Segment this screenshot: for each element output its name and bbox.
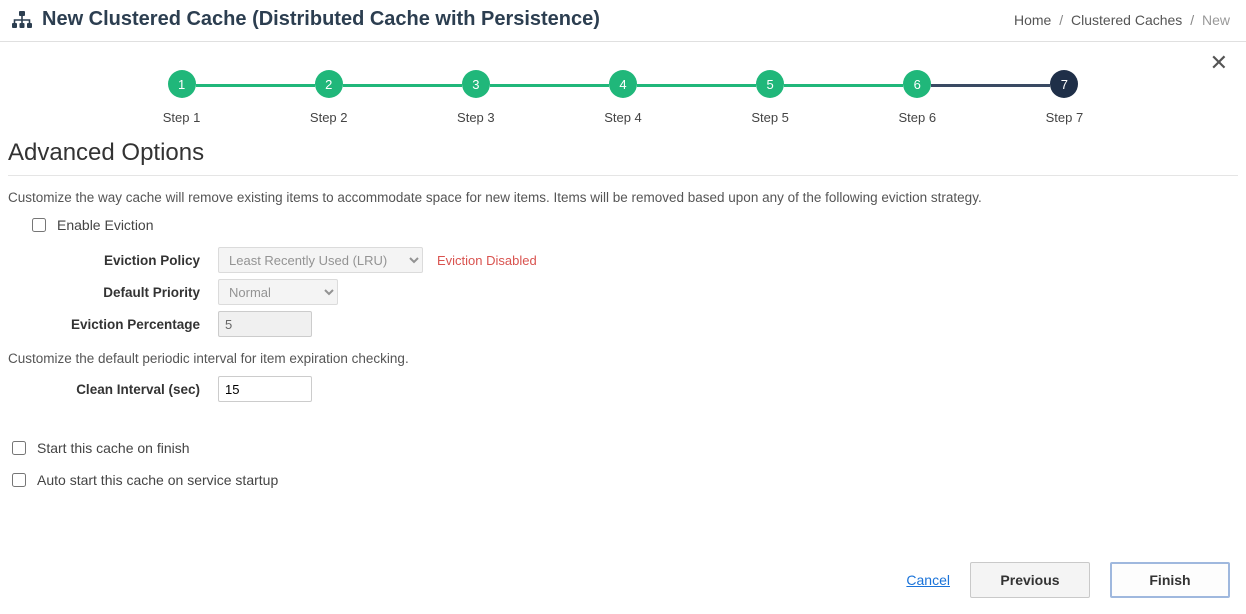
step-connector (931, 84, 1050, 87)
step-circle: 1 (168, 70, 196, 98)
page-header: New Clustered Cache (Distributed Cache w… (0, 0, 1246, 41)
enable-eviction-label: Enable Eviction (57, 217, 154, 233)
step-4[interactable]: 4 Step 4 (549, 70, 696, 125)
step-circle: 7 (1050, 70, 1078, 98)
step-label: Step 2 (310, 110, 348, 125)
step-label: Step 3 (457, 110, 495, 125)
step-label: Step 6 (898, 110, 936, 125)
clean-interval-description: Customize the default periodic interval … (8, 351, 1238, 366)
step-connector (784, 84, 903, 87)
clean-interval-input[interactable] (218, 376, 312, 402)
step-label: Step 4 (604, 110, 642, 125)
eviction-description: Customize the way cache will remove exis… (8, 190, 1238, 205)
default-priority-select[interactable]: Normal (218, 279, 338, 305)
divider (8, 175, 1238, 176)
breadcrumb-sep: / (1059, 12, 1063, 28)
start-on-finish-checkbox[interactable] (12, 441, 26, 455)
header-left: New Clustered Cache (Distributed Cache w… (12, 8, 600, 31)
wizard-footer: Cancel Previous Finish (8, 502, 1238, 606)
step-circle: 6 (903, 70, 931, 98)
eviction-percentage-label: Eviction Percentage (8, 317, 218, 332)
step-connector (637, 84, 756, 87)
breadcrumb-home[interactable]: Home (1014, 12, 1051, 28)
breadcrumb-current: New (1202, 12, 1230, 28)
step-6[interactable]: 6 Step 6 (844, 70, 991, 125)
step-label: Step 5 (751, 110, 789, 125)
default-priority-label: Default Priority (8, 285, 218, 300)
eviction-policy-select[interactable]: Least Recently Used (LRU) (218, 247, 423, 273)
default-priority-row: Default Priority Normal (8, 279, 1238, 305)
clean-interval-row: Clean Interval (sec) (8, 376, 1238, 402)
eviction-policy-label: Eviction Policy (8, 253, 218, 268)
step-connector (196, 84, 315, 87)
step-connector (490, 84, 609, 87)
clean-interval-label: Clean Interval (sec) (8, 382, 218, 397)
eviction-percentage-input[interactable] (218, 311, 312, 337)
breadcrumb-clustered-caches[interactable]: Clustered Caches (1071, 12, 1182, 28)
breadcrumb: Home / Clustered Caches / New (1014, 12, 1230, 28)
eviction-policy-row: Eviction Policy Least Recently Used (LRU… (8, 247, 1238, 273)
auto-start-row[interactable]: Auto start this cache on service startup (8, 470, 1238, 490)
previous-button[interactable]: Previous (970, 562, 1090, 598)
step-connector (343, 84, 462, 87)
step-2[interactable]: 2 Step 2 (255, 70, 402, 125)
cancel-link[interactable]: Cancel (906, 572, 950, 588)
step-7[interactable]: 7 Step 7 (991, 70, 1138, 125)
page-title: New Clustered Cache (Distributed Cache w… (42, 8, 600, 31)
finish-button[interactable]: Finish (1110, 562, 1230, 598)
eviction-percentage-row: Eviction Percentage (8, 311, 1238, 337)
step-label: Step 7 (1046, 110, 1084, 125)
section-title: Advanced Options (8, 135, 1238, 175)
step-5[interactable]: 5 Step 5 (697, 70, 844, 125)
step-circle: 2 (315, 70, 343, 98)
step-label: Step 1 (163, 110, 201, 125)
step-3[interactable]: 3 Step 3 (402, 70, 549, 125)
auto-start-label: Auto start this cache on service startup (37, 472, 278, 488)
step-circle: 4 (609, 70, 637, 98)
start-on-finish-label: Start this cache on finish (37, 440, 190, 456)
step-circle: 5 (756, 70, 784, 98)
breadcrumb-sep: / (1190, 12, 1194, 28)
sitemap-icon (12, 11, 32, 29)
wizard-panel: ✕ 1 Step 1 2 Step 2 3 Step 3 4 Step 4 5 … (0, 41, 1246, 614)
step-circle: 3 (462, 70, 490, 98)
enable-eviction-checkbox[interactable] (32, 218, 46, 232)
step-1[interactable]: 1 Step 1 (108, 70, 255, 125)
enable-eviction-row[interactable]: Enable Eviction (28, 215, 1238, 235)
stepper: 1 Step 1 2 Step 2 3 Step 3 4 Step 4 5 St… (8, 42, 1238, 135)
auto-start-checkbox[interactable] (12, 473, 26, 487)
eviction-disabled-warning: Eviction Disabled (437, 253, 537, 268)
start-on-finish-row[interactable]: Start this cache on finish (8, 438, 1238, 458)
